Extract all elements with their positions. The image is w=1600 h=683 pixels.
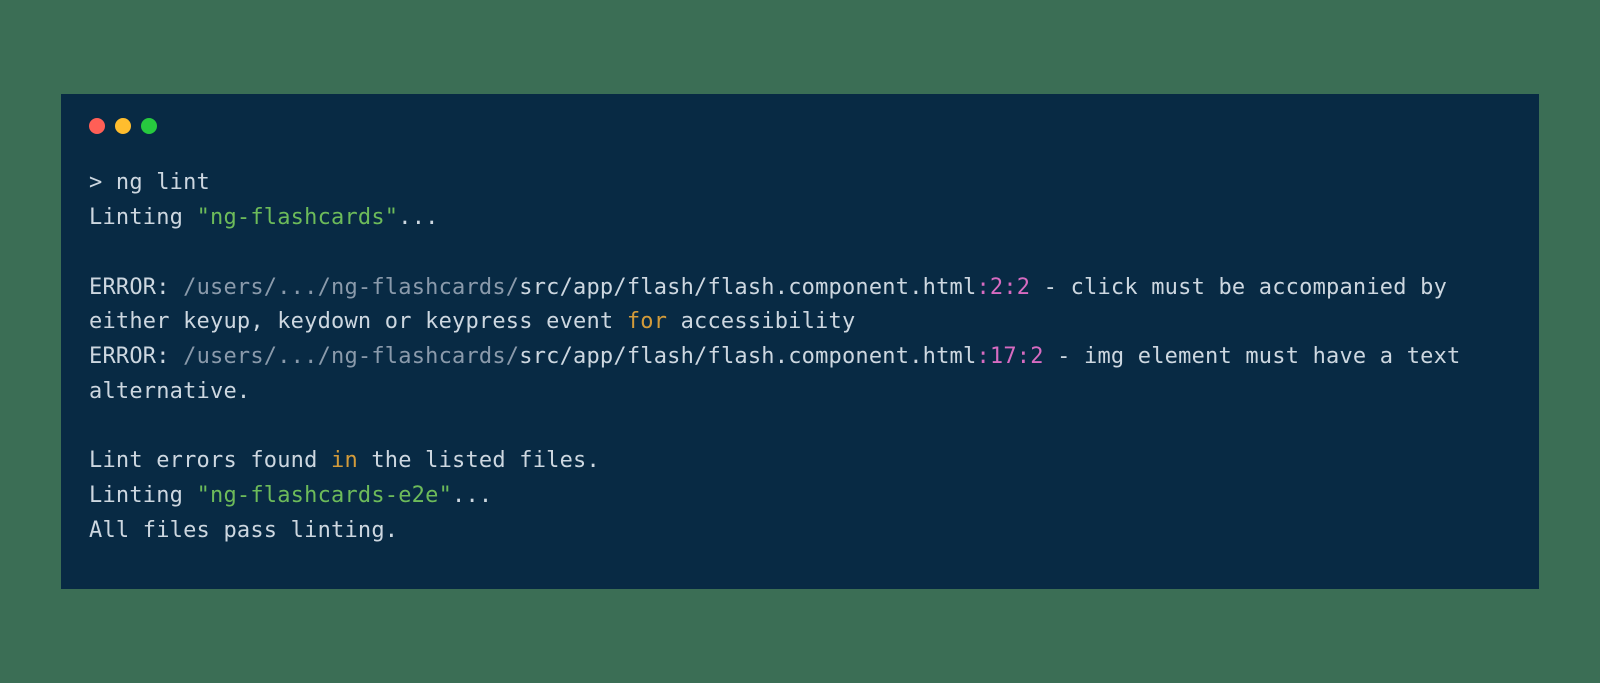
lint-errors-after: the listed files. bbox=[358, 448, 600, 473]
error1-html: html bbox=[923, 275, 977, 300]
lint-errors-before: Lint errors found bbox=[89, 448, 331, 473]
error1-path-mid: src/app/flash/flash bbox=[519, 275, 774, 300]
window-close-icon[interactable] bbox=[89, 118, 105, 134]
command-text: ng lint bbox=[116, 170, 210, 195]
error2-dot-2: . bbox=[909, 344, 922, 369]
error1-dot-1: . bbox=[775, 275, 788, 300]
error2-path-mid: src/app/flash/flash bbox=[519, 344, 774, 369]
project-name-1: "ng-flashcards" bbox=[197, 205, 399, 230]
terminal-output: > ng lint Linting "ng-flashcards"... ERR… bbox=[89, 166, 1511, 548]
error2-dot-1: . bbox=[775, 344, 788, 369]
error1-location: :2:2 bbox=[976, 275, 1030, 300]
error1-dash: - bbox=[1030, 275, 1070, 300]
pass-line: All files pass linting. bbox=[89, 518, 398, 543]
error2-component: component bbox=[788, 344, 909, 369]
keyword-for: for bbox=[627, 309, 667, 334]
project-name-2: "ng-flashcards-e2e" bbox=[197, 483, 452, 508]
error1-component: component bbox=[788, 275, 909, 300]
window-traffic-lights bbox=[89, 118, 1511, 134]
error-label-1: ERROR: bbox=[89, 275, 183, 300]
terminal-window: > ng lint Linting "ng-flashcards"... ERR… bbox=[61, 94, 1539, 588]
error2-path-root: /users/.../ng-flashcards/ bbox=[183, 344, 519, 369]
ellipsis-1: ... bbox=[398, 205, 438, 230]
prompt-symbol: > bbox=[89, 170, 116, 195]
error-label-2: ERROR: bbox=[89, 344, 183, 369]
error2-location: :17:2 bbox=[976, 344, 1043, 369]
window-zoom-icon[interactable] bbox=[141, 118, 157, 134]
error2-html: html bbox=[923, 344, 977, 369]
window-minimize-icon[interactable] bbox=[115, 118, 131, 134]
error2-dash: - bbox=[1044, 344, 1084, 369]
error1-path-root: /users/.../ng-flashcards/ bbox=[183, 275, 519, 300]
ellipsis-2: ... bbox=[452, 483, 492, 508]
error1-dot-2: . bbox=[909, 275, 922, 300]
keyword-in: in bbox=[331, 448, 358, 473]
linting-prefix-2: Linting bbox=[89, 483, 197, 508]
error1-msg-after: accessibility bbox=[667, 309, 855, 334]
linting-prefix-1: Linting bbox=[89, 205, 197, 230]
